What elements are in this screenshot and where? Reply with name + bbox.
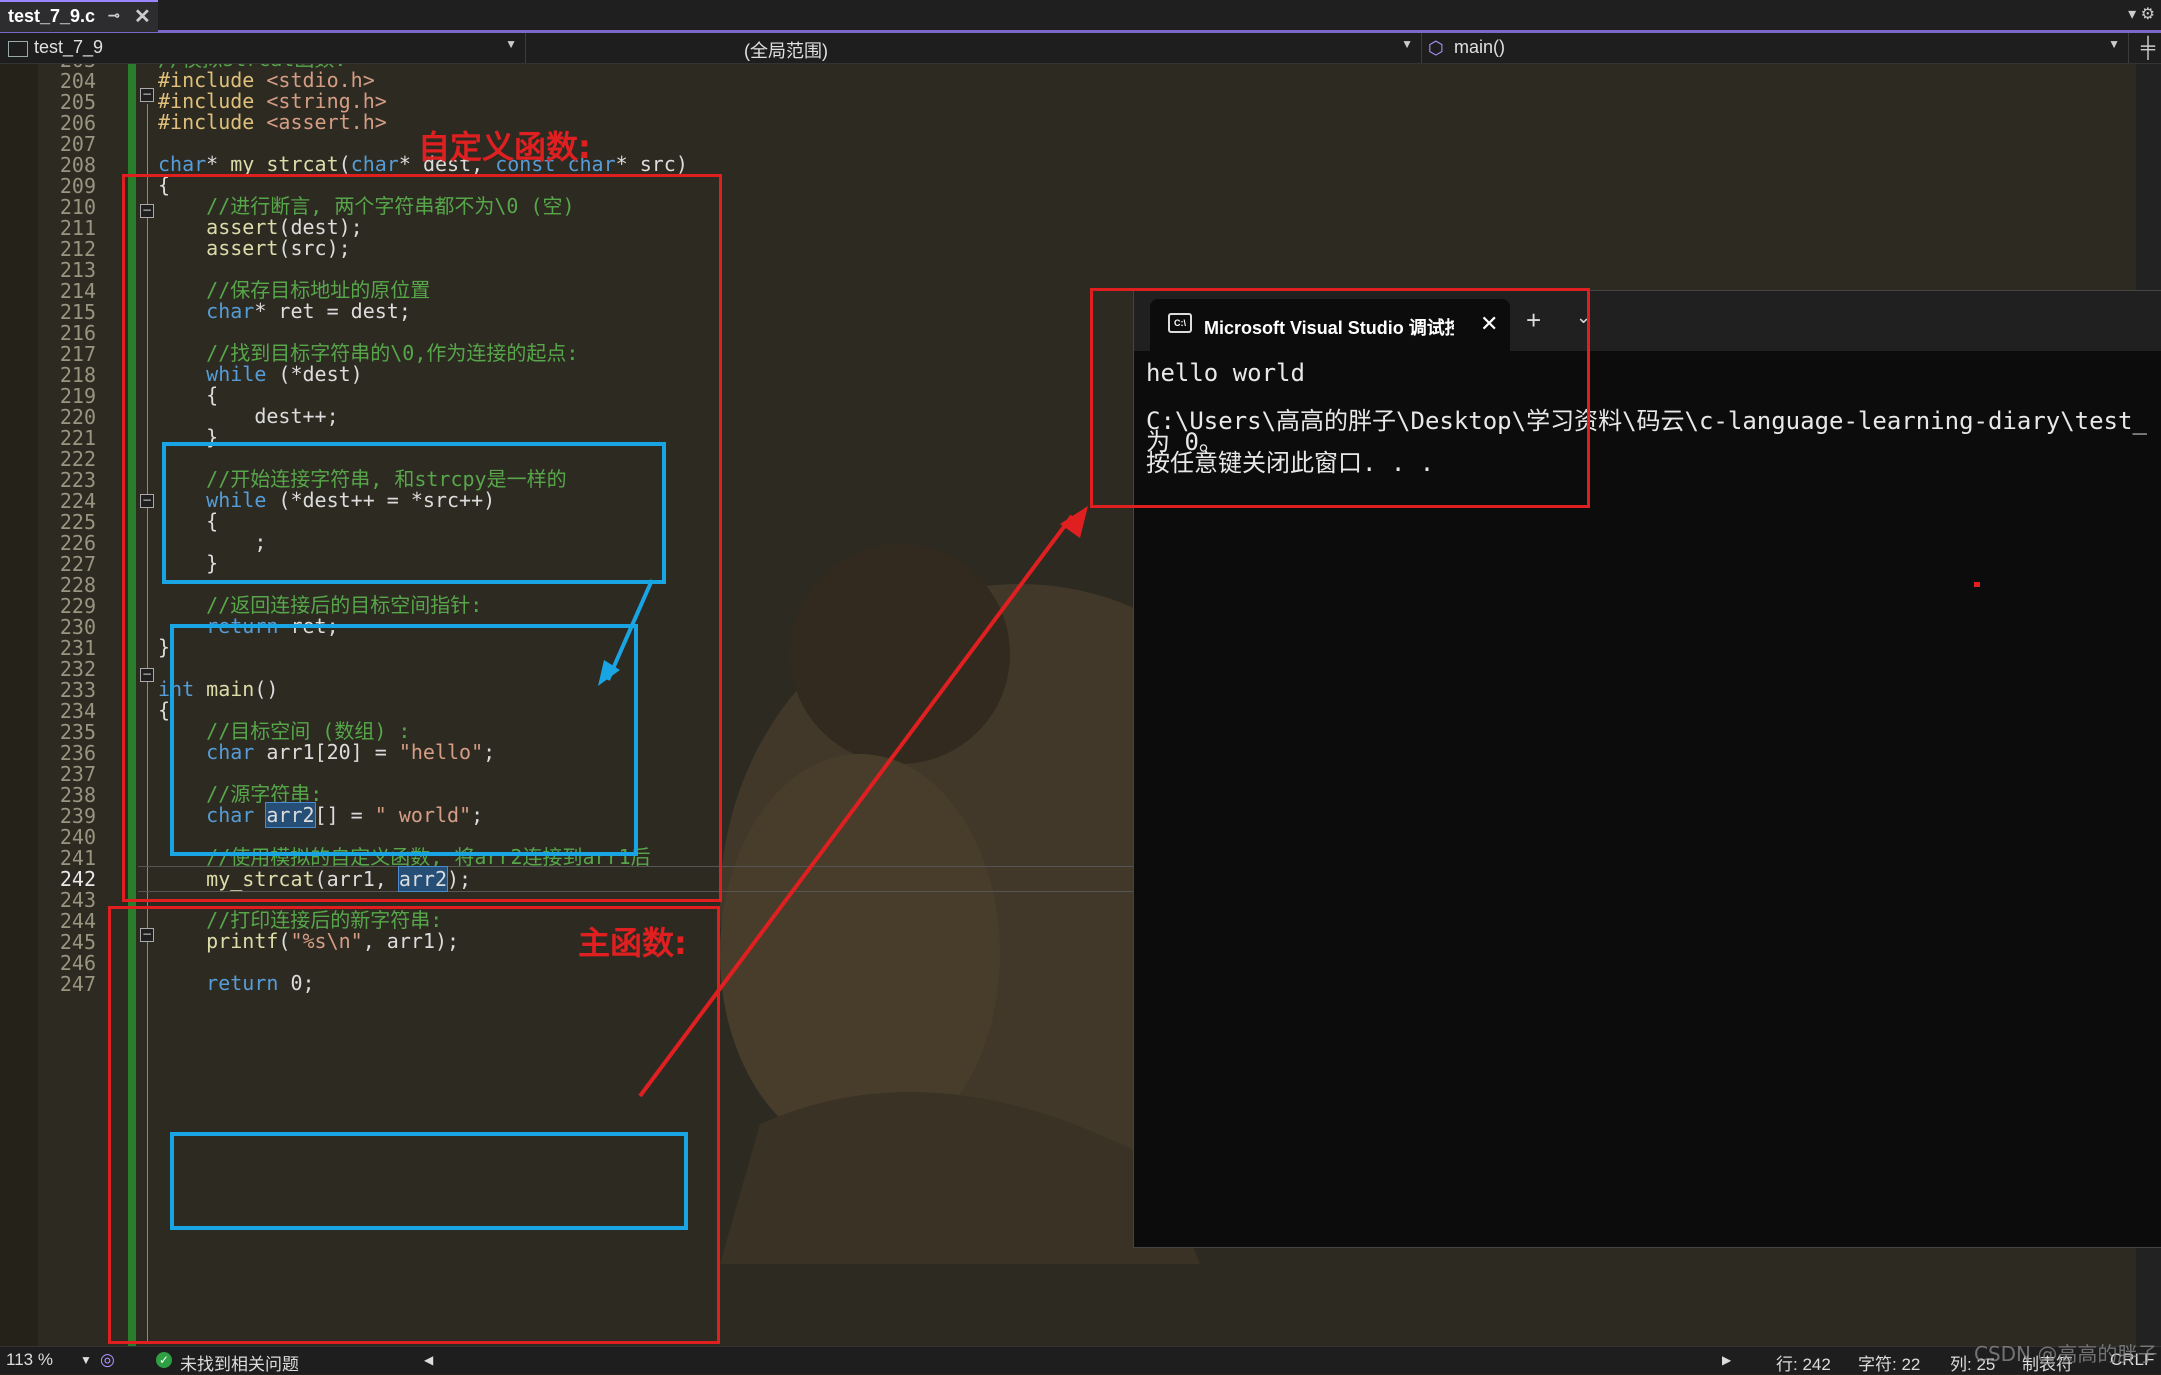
output-highlight-box xyxy=(1090,288,1590,508)
scroll-right-icon[interactable]: ▶ xyxy=(1722,1353,1731,1367)
project-label: test_7_9 xyxy=(34,37,104,57)
zoom-level[interactable]: 113 % xyxy=(6,1350,53,1370)
red-dot-mark xyxy=(1974,582,1980,587)
copilot-icon[interactable]: ◎ xyxy=(100,1350,115,1370)
scope-label: (全局范围) xyxy=(744,41,828,61)
scope-dropdown[interactable]: (全局范围) ▼ xyxy=(526,33,1422,63)
tab-options-icon[interactable]: ▾ ⚙ xyxy=(2128,4,2155,24)
char-indicator: 字符: 22 xyxy=(1858,1355,1921,1374)
navigation-bar: test_7_9 ▼ (全局范围) ▼ ⬡ main() ▼ ╪ xyxy=(0,33,2161,64)
pin-icon[interactable]: ⊸ xyxy=(108,7,120,24)
function-dropdown[interactable]: ⬡ main() ▼ xyxy=(1422,33,2129,63)
project-dropdown[interactable]: test_7_9 ▼ xyxy=(0,33,526,63)
document-tab-strip: test_7_9.c ⊸ ✕ ▾ ⚙ xyxy=(0,0,2161,33)
function-cube-icon: ⬡ xyxy=(1428,38,1444,58)
chevron-down-icon: ▼ xyxy=(505,37,517,51)
blue-arrow xyxy=(606,579,654,681)
tab-test-7-9-c[interactable]: test_7_9.c ⊸ ✕ xyxy=(0,0,158,32)
chevron-down-icon[interactable]: ▼ xyxy=(80,1353,92,1367)
close-tab-icon[interactable]: ✕ xyxy=(134,4,151,29)
function-label: main() xyxy=(1454,37,1506,57)
red-arrow xyxy=(638,514,1074,1098)
line-indicator: 行: 242 xyxy=(1776,1355,1831,1374)
tab-label: test_7_9.c xyxy=(8,6,96,26)
watermark: CSDN @高高的胖子 xyxy=(1974,1342,2158,1366)
scroll-left-icon[interactable]: ◀ xyxy=(424,1353,433,1367)
check-circle-icon: ✓ xyxy=(156,1352,172,1368)
project-icon xyxy=(8,41,28,57)
chevron-down-icon: ▼ xyxy=(2108,37,2120,51)
red-arrow-head xyxy=(1060,506,1088,538)
issues-label[interactable]: 未找到相关问题 xyxy=(180,1350,299,1375)
chevron-down-icon: ▼ xyxy=(1401,37,1413,51)
status-bar: 113 % ▼ ◎ ✓ 未找到相关问题 ◀ ▶ 行: 242 字符: 22 列:… xyxy=(0,1346,2161,1374)
split-editor-icon[interactable]: ╪ xyxy=(2141,37,2155,60)
